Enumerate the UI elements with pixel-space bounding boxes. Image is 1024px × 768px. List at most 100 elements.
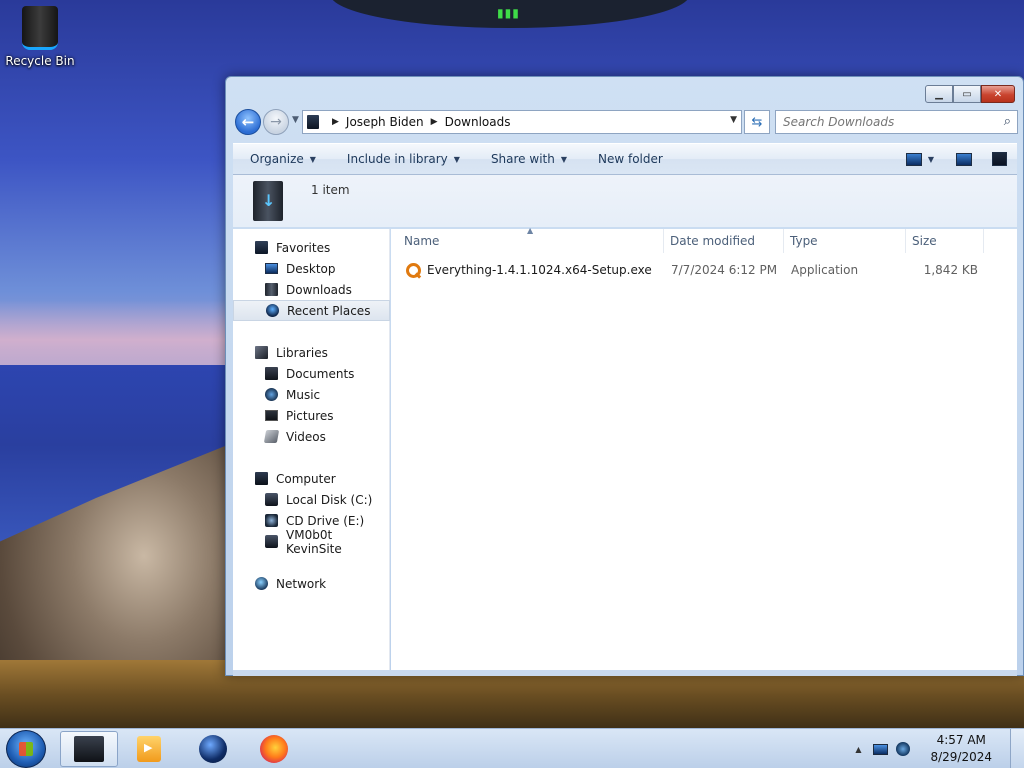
taskbar-browser[interactable]	[184, 731, 242, 767]
nav-downloads-label: Downloads	[286, 282, 352, 297]
documents-icon	[265, 367, 278, 380]
minimize-button[interactable]: ▁	[925, 85, 953, 103]
libraries-group: Libraries Documents Music Pictures Video…	[233, 342, 390, 447]
taskbar: ▲ 4:57 AM 8/29/2024	[0, 728, 1024, 768]
nav-local-disk-label: Local Disk (C:)	[286, 492, 373, 507]
address-dropdown-icon[interactable]: ▼	[730, 115, 737, 125]
firefox-icon	[260, 735, 288, 763]
nav-documents-label: Documents	[286, 366, 355, 381]
breadcrumb-separator-icon[interactable]: ▶	[431, 117, 438, 127]
nav-videos[interactable]: Videos	[233, 426, 390, 447]
nav-pictures[interactable]: Pictures	[233, 405, 390, 426]
clock[interactable]: 4:57 AM 8/29/2024	[930, 732, 992, 766]
preview-pane-icon[interactable]	[956, 152, 972, 166]
maximize-button[interactable]: ▭	[953, 85, 981, 103]
arrow-right-icon: →	[270, 114, 282, 130]
taskbar-explorer[interactable]	[60, 731, 118, 767]
view-controls: ▼	[898, 152, 1017, 166]
nav-music[interactable]: Music	[233, 384, 390, 405]
help-icon[interactable]	[992, 152, 1007, 166]
nav-music-label: Music	[286, 387, 321, 402]
column-header-name[interactable]: ▲ Name	[391, 226, 664, 253]
file-list: ▲ Name Date modified Type Size Everythin…	[391, 226, 1017, 670]
file-date: 7/7/2024 6:12 PM	[671, 263, 778, 277]
everything-app-icon	[406, 262, 421, 278]
nav-documents[interactable]: Documents	[233, 363, 390, 384]
chevron-down-icon: ▼	[560, 154, 567, 164]
globe-icon	[199, 735, 227, 763]
nav-downloads[interactable]: Downloads	[233, 279, 390, 300]
column-header-size[interactable]: Size	[906, 229, 984, 253]
nav-recent-places[interactable]: Recent Places	[233, 300, 390, 321]
details-pane-strip	[233, 670, 1017, 676]
column-header-date-modified[interactable]: Date modified	[664, 229, 784, 253]
favorites-icon	[255, 241, 268, 254]
back-button[interactable]: ←	[235, 109, 261, 135]
breadcrumb-separator-icon[interactable]: ▶	[332, 117, 339, 127]
nav-network-label: Network	[276, 576, 327, 591]
recycle-bin-icon	[22, 6, 58, 50]
explorer-window: ▁ ▭ ✕ ← → ▼ ▶ Joseph Biden ▶ Downloads ▼…	[225, 76, 1024, 676]
pictures-icon	[265, 410, 278, 421]
hard-disk-icon	[265, 493, 278, 506]
taskbar-firefox[interactable]	[245, 731, 303, 767]
forward-button[interactable]: →	[263, 109, 289, 135]
column-headers: ▲ Name Date modified Type Size	[391, 226, 1017, 253]
nav-network-share-label: VM0b0t KevinSite	[286, 527, 342, 556]
computer-icon	[255, 472, 268, 485]
column-header-type[interactable]: Type	[784, 229, 906, 253]
action-center-icon[interactable]	[873, 743, 889, 755]
column-type-label: Type	[790, 234, 818, 248]
recycle-bin-label: Recycle Bin	[5, 54, 75, 68]
nav-desktop[interactable]: Desktop	[233, 258, 390, 279]
downloads-icon	[265, 283, 278, 296]
command-bar: Organize ▼ Include in library ▼ Share wi…	[233, 143, 1017, 175]
nav-network-share[interactable]: VM0b0t KevinSite	[233, 528, 390, 556]
clock-date: 8/29/2024	[930, 750, 992, 764]
nav-computer[interactable]: Computer	[233, 468, 390, 489]
network-drive-icon	[265, 535, 278, 548]
downloads-folder-icon	[253, 181, 283, 221]
nav-libraries[interactable]: Libraries	[233, 342, 390, 363]
start-button[interactable]	[6, 730, 46, 768]
desktop-icon	[265, 263, 278, 274]
recent-places-icon	[266, 304, 279, 317]
nav-network[interactable]: Network	[233, 573, 390, 594]
caption-buttons: ▁ ▭ ✕	[925, 85, 1015, 103]
favorites-group: Favorites Desktop Downloads Recent Place…	[233, 237, 390, 321]
view-options-dropdown-icon[interactable]: ▼	[928, 155, 934, 164]
recent-pages-dropdown[interactable]: ▼	[292, 115, 299, 125]
arrow-left-icon: ←	[241, 113, 255, 131]
address-bar[interactable]: ▶ Joseph Biden ▶ Downloads ▼	[302, 110, 742, 134]
show-hidden-icons-icon[interactable]: ▲	[855, 745, 861, 754]
libraries-icon	[255, 346, 268, 359]
navigation-row: ← → ▼ ▶ Joseph Biden ▶ Downloads ▼ ⇆ ⌕	[234, 107, 1018, 135]
sort-ascending-icon: ▲	[527, 226, 534, 235]
file-name-cell: Everything-1.4.1.1024.x64-Setup.exe	[391, 262, 664, 278]
organize-button[interactable]: Organize ▼	[233, 144, 330, 174]
chevron-down-icon: ▼	[453, 154, 460, 164]
new-folder-button[interactable]: New folder	[581, 144, 677, 174]
change-view-icon[interactable]	[905, 152, 922, 166]
nav-favorites[interactable]: Favorites	[233, 237, 390, 258]
close-icon: ✕	[993, 88, 1003, 100]
include-in-library-button[interactable]: Include in library ▼	[330, 144, 474, 174]
breadcrumb-joseph-biden[interactable]: Joseph Biden	[346, 115, 424, 129]
taskbar-media-player[interactable]	[120, 731, 178, 767]
share-with-button[interactable]: Share with ▼	[474, 144, 581, 174]
show-desktop-button[interactable]	[1010, 729, 1024, 768]
search-icon[interactable]: ⌕	[1004, 114, 1011, 129]
breadcrumb-downloads[interactable]: Downloads	[445, 115, 511, 129]
nav-pictures-label: Pictures	[286, 408, 334, 423]
nav-videos-label: Videos	[286, 429, 326, 444]
desktop-icon-recycle-bin[interactable]: Recycle Bin	[4, 4, 76, 68]
refresh-button[interactable]: ⇆	[744, 110, 770, 134]
search-input[interactable]	[776, 111, 986, 133]
file-row[interactable]: Everything-1.4.1.1024.x64-Setup.exe 7/7/…	[391, 259, 1017, 281]
clock-time: 4:57 AM	[936, 733, 986, 747]
close-button[interactable]: ✕	[981, 85, 1015, 103]
nav-local-disk[interactable]: Local Disk (C:)	[233, 489, 390, 510]
network-icon	[255, 577, 268, 590]
search-box: ⌕	[775, 110, 1018, 134]
network-status-icon[interactable]	[896, 742, 911, 756]
